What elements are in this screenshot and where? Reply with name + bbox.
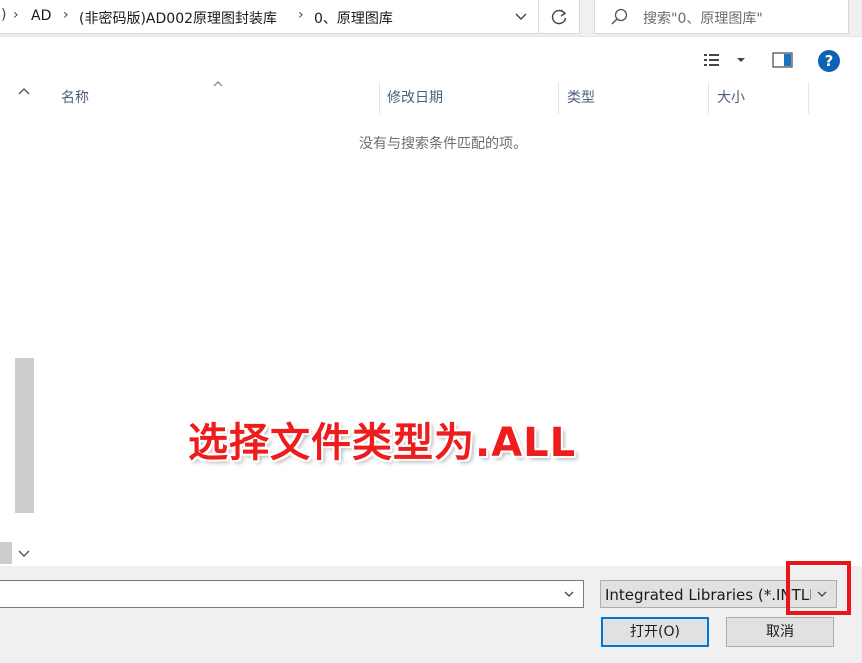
highlight-box bbox=[786, 561, 851, 615]
preview-pane-button[interactable] bbox=[772, 52, 794, 70]
search-box[interactable]: 搜索"0、原理图库" bbox=[594, 0, 849, 34]
column-header-date[interactable]: 修改日期 bbox=[387, 82, 557, 114]
column-header-size[interactable]: 大小 bbox=[717, 82, 807, 114]
column-divider[interactable] bbox=[708, 82, 709, 114]
column-divider[interactable] bbox=[558, 82, 559, 114]
navigation-pane[interactable] bbox=[0, 78, 36, 566]
open-button[interactable]: 打开(O) bbox=[601, 617, 709, 647]
breadcrumb-item[interactable]: 0、原理图库 bbox=[314, 8, 393, 28]
empty-message: 没有与搜索条件匹配的项。 bbox=[359, 136, 527, 152]
column-header-label: 名称 bbox=[61, 90, 89, 106]
search-input[interactable]: 搜索"0、原理图库" bbox=[643, 8, 763, 28]
help-icon[interactable]: ? bbox=[818, 50, 840, 72]
file-type-selected: Integrated Libraries (*.INTLIB) bbox=[605, 586, 811, 604]
chevron-down-icon bbox=[515, 13, 527, 20]
column-header-type[interactable]: 类型 bbox=[567, 82, 707, 114]
scrollbar-thumb[interactable] bbox=[15, 358, 34, 513]
refresh-button[interactable] bbox=[546, 4, 572, 30]
column-header-name[interactable]: 名称 bbox=[61, 82, 379, 114]
file-list[interactable]: 名称 修改日期 类型 大小 没有与搜索条件匹配的项。 bbox=[36, 78, 862, 566]
chevron-right-icon[interactable]: › bbox=[13, 7, 19, 23]
divider bbox=[538, 0, 539, 33]
address-bar[interactable]: ) › AD › (非密码版)AD002原理图封装库 › 0、原理图库 bbox=[0, 0, 580, 34]
chevron-down-icon bbox=[737, 58, 745, 62]
column-divider[interactable] bbox=[808, 82, 809, 114]
chevron-right-icon[interactable]: › bbox=[63, 7, 69, 23]
search-icon bbox=[611, 8, 628, 25]
column-divider[interactable] bbox=[379, 82, 380, 114]
change-view-button[interactable] bbox=[702, 50, 750, 72]
filename-field[interactable] bbox=[0, 580, 584, 608]
refresh-icon bbox=[551, 9, 567, 25]
cancel-button[interactable]: 取消 bbox=[726, 617, 834, 647]
chevron-up-icon bbox=[18, 88, 30, 95]
annotation-text: 选择文件类型为.ALL bbox=[188, 420, 577, 466]
breadcrumb-separator-icon[interactable]: ) bbox=[1, 7, 6, 23]
horizontal-scrollbar-thumb[interactable] bbox=[0, 542, 12, 564]
scroll-down-button[interactable] bbox=[14, 543, 34, 563]
scroll-up-button[interactable] bbox=[14, 82, 34, 102]
toolbar: ? bbox=[0, 36, 862, 78]
breadcrumb-item[interactable]: AD bbox=[31, 8, 51, 24]
details-view-icon bbox=[704, 54, 745, 66]
column-header-label: 类型 bbox=[567, 90, 595, 106]
preview-pane-icon bbox=[772, 52, 793, 68]
chevron-right-icon[interactable]: › bbox=[298, 7, 304, 23]
column-header-label: 修改日期 bbox=[387, 90, 443, 106]
chevron-down-icon bbox=[18, 550, 30, 557]
chevron-down-icon[interactable] bbox=[559, 584, 579, 604]
address-history-dropdown[interactable] bbox=[506, 2, 536, 32]
breadcrumb-item[interactable]: (非密码版)AD002原理图封装库 bbox=[79, 8, 277, 28]
column-header-label: 大小 bbox=[717, 90, 745, 106]
